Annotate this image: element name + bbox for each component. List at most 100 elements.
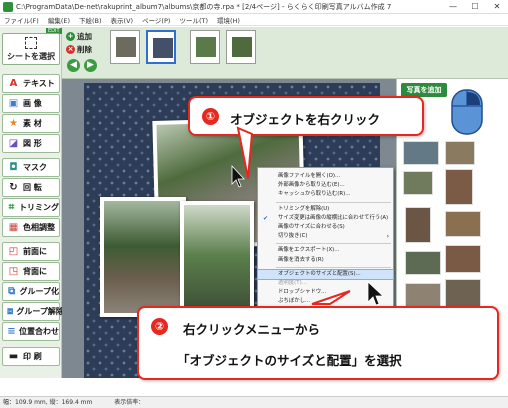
- tool-button[interactable]: ⧉ グループ化: [2, 282, 60, 301]
- color-adjust-icon: ▦: [8, 222, 19, 233]
- context-menu-item[interactable]: キャッシュから取り込む(R)...: [258, 190, 393, 199]
- photo-thumb[interactable]: [405, 283, 441, 307]
- tool-button[interactable]: ★ 素 材: [2, 114, 60, 133]
- step-1-number: ①: [202, 108, 219, 125]
- context-menu-item[interactable]: サイズ変更は画像の縦横比に合わせて行う(A) ✔: [258, 214, 393, 223]
- menu-page[interactable]: ページ(P): [142, 15, 170, 25]
- tool-button[interactable]: ⧈ グループ解除: [2, 302, 64, 321]
- photo-thumb[interactable]: [445, 279, 481, 307]
- tool-button[interactable]: ↻ 回 転: [2, 178, 60, 197]
- photo-thumb[interactable]: [405, 251, 441, 275]
- text-icon: A: [9, 78, 18, 89]
- tool-button[interactable]: ◳ 背面に: [2, 262, 60, 281]
- add-page-button[interactable]: + 追加: [66, 31, 92, 42]
- context-menu-label: オブジェクトのサイズと配置(S)...: [278, 270, 361, 277]
- context-menu-label: 切り抜き(C): [278, 233, 308, 240]
- prev-page-arrow-icon[interactable]: ◀: [67, 59, 80, 72]
- align-icon: ≡: [7, 326, 16, 337]
- menu-edit[interactable]: 編集(E): [48, 15, 70, 25]
- context-menu-item[interactable]: 外部画像から取り込む(E)...: [258, 181, 393, 190]
- delete-icon: ×: [66, 45, 75, 54]
- photo-thumb[interactable]: [445, 169, 473, 205]
- status-size: 幅：109.9 mm, 縦：169.4 mm: [3, 399, 93, 406]
- step-2-number: ②: [151, 318, 168, 335]
- menu-separator: [276, 266, 391, 268]
- maximize-button[interactable]: ☐: [464, 0, 486, 14]
- photo-bamboo[interactable]: [180, 201, 254, 321]
- context-menu-item[interactable]: 画像ファイルを開く(O)...: [258, 172, 393, 181]
- delete-page-button[interactable]: × 削除: [66, 44, 92, 55]
- page-thumb-4[interactable]: [226, 30, 256, 64]
- tool-label: 回 転: [23, 183, 42, 192]
- context-menu-item[interactable]: 画像のサイズに合わせる(S): [258, 223, 393, 232]
- group-icon: ⧉: [8, 286, 16, 297]
- callout-step-2: ② 右クリックメニューから 「オブジェクトのサイズと配置」を選択: [137, 306, 499, 380]
- submenu-arrow-icon: ›: [386, 233, 389, 241]
- tool-button[interactable]: ≡ 位置合わせ: [2, 322, 60, 341]
- tool-label: マスク: [23, 163, 47, 172]
- photo-thumb[interactable]: [405, 207, 431, 243]
- left-toolbar: EDIT シートを選択 A テキスト ▣ 画 像 ★ 素 材 ◪ 図 形 ◘ マスク ↻ 回 転 ⌗ トリ…: [0, 27, 64, 378]
- plus-icon: +: [66, 32, 75, 41]
- menu-separator: [276, 201, 391, 203]
- photo-thumb[interactable]: [445, 141, 475, 165]
- tool-label: 画 像: [23, 99, 42, 108]
- ungroup-icon: ⧈: [7, 306, 14, 317]
- tool-button[interactable]: ▦ 色相調整: [2, 218, 60, 237]
- page-ribbon: + 追加 × 削除 ◀ ▶: [62, 27, 508, 79]
- tool-button[interactable]: A テキスト: [2, 74, 60, 93]
- print-icon: ▬: [8, 351, 19, 362]
- photo-thumb[interactable]: [403, 141, 439, 165]
- image-icon: ▣: [8, 98, 19, 109]
- tool-button[interactable]: ▣ 画 像: [2, 94, 60, 113]
- photo-thumb[interactable]: [445, 245, 481, 273]
- context-menu-label: ぶちぼかし...: [278, 298, 311, 305]
- close-button[interactable]: ✕: [486, 0, 508, 14]
- menu-file[interactable]: ファイル(F): [4, 15, 39, 25]
- menu-background[interactable]: 下絵(B): [79, 15, 102, 25]
- tool-label: テキスト: [23, 79, 55, 88]
- select-sheet-button[interactable]: シートを選択: [2, 33, 60, 65]
- page-thumb-2[interactable]: [146, 30, 176, 64]
- context-menu-item[interactable]: 透明度(T)...: [258, 279, 393, 288]
- tool-button[interactable]: ◘ マスク: [2, 158, 60, 177]
- menu-view[interactable]: 表示(V): [111, 15, 134, 25]
- tool-button[interactable]: ◪ 図 形: [2, 134, 60, 153]
- context-menu-item[interactable]: 画像を消去する(R): [258, 256, 393, 265]
- photo-thumb[interactable]: [445, 211, 481, 237]
- menu-item-object-size-position[interactable]: オブジェクトのサイズと配置(S)...: [257, 268, 394, 280]
- photo-thumb[interactable]: [403, 171, 433, 195]
- context-menu-label: 透明度(T)...: [278, 280, 307, 286]
- mouse-icon: [451, 89, 483, 135]
- context-menu-item[interactable]: 切り抜き(C) ›: [258, 232, 393, 241]
- next-page-arrow-icon[interactable]: ▶: [84, 59, 97, 72]
- tool-label: 前面に: [23, 247, 47, 256]
- context-menu-label: 画像のサイズに合わせる(S): [278, 224, 345, 230]
- photo-temple-gate[interactable]: [100, 197, 186, 317]
- rotate-icon: ↻: [9, 182, 18, 193]
- tool-label: 素 材: [23, 119, 42, 128]
- window-title: C:\ProgramData\De-net\rakuprint_album7\a…: [16, 2, 392, 11]
- minimize-button[interactable]: —: [442, 0, 464, 14]
- shape-icon: ◪: [8, 138, 19, 149]
- select-sheet-label: シートを選択: [7, 52, 55, 61]
- menu-tools[interactable]: ツール(T): [179, 15, 208, 25]
- menu-settings[interactable]: 環境(H): [217, 15, 240, 25]
- tool-button[interactable]: ▬ 印 刷: [2, 347, 60, 366]
- menu-bar: ファイル(F) 編集(E) 下絵(B) 表示(V) ページ(P) ツール(T) …: [0, 14, 508, 26]
- tool-label: 図 形: [23, 139, 42, 148]
- callout-step-1: ① オブジェクトを右クリック: [188, 96, 424, 136]
- add-photo-button[interactable]: 写真を追加: [401, 83, 447, 97]
- context-menu-item[interactable]: トリミングを解除(U): [258, 205, 393, 214]
- step-2-line-2: 「オブジェクトのサイズと配置」を選択: [177, 353, 402, 368]
- context-menu-item[interactable]: 画像をエクスポート(X)...: [258, 246, 393, 255]
- select-icon: [25, 37, 37, 49]
- page-thumb-3[interactable]: [190, 30, 220, 64]
- tool-button[interactable]: ⌗ トリミング: [2, 198, 60, 217]
- step-1-text: オブジェクトを右クリック: [230, 112, 381, 127]
- trim-icon: ⌗: [8, 202, 15, 213]
- tool-button[interactable]: ◰ 前面に: [2, 242, 60, 261]
- context-menu-item[interactable]: ドロップシャドウ...: [258, 288, 393, 297]
- page-thumb-1[interactable]: [110, 30, 140, 64]
- context-menu-label: ドロップシャドウ...: [278, 289, 327, 296]
